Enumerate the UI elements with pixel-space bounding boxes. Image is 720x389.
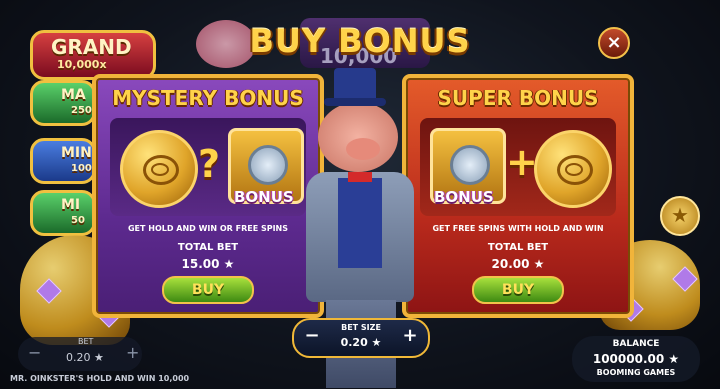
super-bonus-card: SUPER BONUS BONUS + GET FREE SPINS WITH … (402, 74, 634, 318)
jackpot-minor-label: MIN (61, 145, 92, 161)
bet-size-control: − BET SIZE 0.20 ★ + (292, 318, 430, 358)
jackpot-minor-value: 100 (71, 163, 92, 174)
total-bet-value: 15.00 ★ (181, 257, 235, 271)
total-bet-label: TOTAL BET (487, 242, 549, 253)
bet-control: − BET 0.20 ★ + (18, 337, 142, 371)
bet-decrease-button[interactable]: − (28, 343, 41, 362)
bet-size-increase-button[interactable]: + (400, 326, 420, 346)
buy-mystery-bonus-button[interactable]: BUY (162, 276, 254, 304)
plus-symbol: + (506, 140, 538, 184)
close-button[interactable]: × (598, 27, 630, 59)
pig-coin-icon (120, 130, 198, 208)
mystery-bonus-art: ? BONUS (110, 118, 306, 216)
jackpot-major-label: MA (61, 87, 86, 103)
bonus-badge: BONUS (434, 188, 494, 206)
jackpot-mini-value: 50 (71, 215, 85, 226)
jackpot-mini-label: MI (61, 197, 81, 213)
buy-super-bonus-button[interactable]: BUY (472, 276, 564, 304)
bet-increase-button[interactable]: + (126, 343, 139, 362)
jackpot-mini: MI 50 (30, 190, 96, 236)
bet-value: 0.20 ★ (66, 351, 104, 364)
star-coin-icon: ★ (660, 196, 700, 236)
balance-display: BALANCE 100000.00 ★ BOOMING GAMES (572, 336, 700, 382)
super-bonus-art: BONUS + (420, 118, 616, 216)
total-bet-value: 20.00 ★ (491, 257, 545, 271)
total-bet-label: TOTAL BET (177, 242, 239, 253)
card-title: SUPER BONUS (437, 86, 599, 110)
card-description: GET HOLD AND WIN OR FREE SPINS (127, 224, 289, 233)
question-symbol: ? (198, 142, 221, 186)
jackpot-major-value: 250 (71, 105, 92, 116)
pig-coin-icon (534, 130, 612, 208)
card-title: MYSTERY BONUS (112, 86, 304, 110)
bonus-badge: BONUS (234, 188, 294, 206)
mystery-bonus-card: MYSTERY BONUS ? BONUS GET HOLD AND WIN O… (92, 74, 324, 318)
balance-value: 100000.00 ★ (592, 352, 680, 366)
card-description: GET FREE SPINS WITH HOLD AND WIN (432, 224, 604, 233)
jackpot-minor: MIN 100 (30, 138, 96, 184)
brand-name: BOOMING GAMES (596, 368, 676, 377)
jackpot-major: MA 250 (30, 80, 96, 126)
balance-label: BALANCE (612, 339, 660, 349)
game-name: MR. OINKSTER'S HOLD AND WIN 10,000 (10, 374, 190, 383)
bet-label: BET (78, 337, 94, 346)
